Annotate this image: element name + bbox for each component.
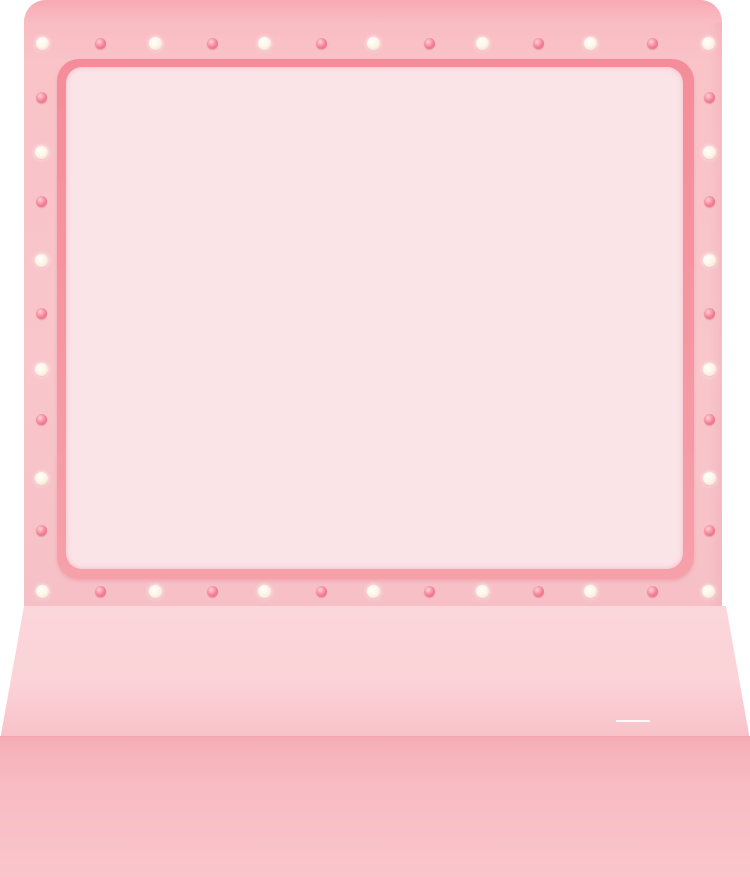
bulb-top-6 <box>366 36 380 50</box>
bulb-bottom-5 <box>315 585 327 597</box>
bulb-right-1 <box>702 145 716 159</box>
bulb-bottom-3 <box>206 585 218 597</box>
bulb-left-0 <box>35 91 47 103</box>
bulb-bottom-11 <box>646 585 658 597</box>
bulb-top-11 <box>646 37 658 49</box>
bulb-right-0 <box>703 91 715 103</box>
bulb-right-5 <box>702 362 716 376</box>
bulb-top-0 <box>35 36 49 50</box>
bulb-bottom-2 <box>148 584 162 598</box>
bulb-bottom-6 <box>366 584 380 598</box>
bulb-left-3 <box>34 253 48 267</box>
bulb-bottom-9 <box>532 585 544 597</box>
bulb-right-8 <box>703 524 715 536</box>
counter-highlight <box>616 720 650 722</box>
bulb-top-12 <box>701 36 715 50</box>
bulb-bottom-4 <box>257 584 271 598</box>
bulb-top-1 <box>94 37 106 49</box>
bulb-top-9 <box>532 37 544 49</box>
marquee-stage-scene <box>0 0 750 877</box>
bulb-left-2 <box>35 195 47 207</box>
bulb-bottom-12 <box>701 584 715 598</box>
bulb-top-7 <box>423 37 435 49</box>
bulb-left-5 <box>34 362 48 376</box>
bulb-bottom-7 <box>423 585 435 597</box>
bulb-left-8 <box>35 524 47 536</box>
bulb-right-6 <box>703 413 715 425</box>
bulb-right-4 <box>703 307 715 319</box>
bulb-left-6 <box>35 413 47 425</box>
bulb-right-7 <box>702 471 716 485</box>
bulb-top-2 <box>148 36 162 50</box>
bulb-top-5 <box>315 37 327 49</box>
bulb-bottom-10 <box>583 584 597 598</box>
bulb-bottom-8 <box>475 584 489 598</box>
bulb-left-1 <box>34 145 48 159</box>
bulb-left-7 <box>34 471 48 485</box>
blank-display-screen <box>66 67 683 569</box>
board-top-edge <box>24 0 722 22</box>
bulb-right-3 <box>702 253 716 267</box>
bulb-top-3 <box>206 37 218 49</box>
bulb-top-4 <box>257 36 271 50</box>
bulb-top-10 <box>583 36 597 50</box>
bulb-bottom-1 <box>94 585 106 597</box>
bulb-bottom-0 <box>35 584 49 598</box>
bulb-right-2 <box>703 195 715 207</box>
bulb-top-8 <box>475 36 489 50</box>
counter-front-panel <box>0 738 750 877</box>
bulb-left-4 <box>35 307 47 319</box>
